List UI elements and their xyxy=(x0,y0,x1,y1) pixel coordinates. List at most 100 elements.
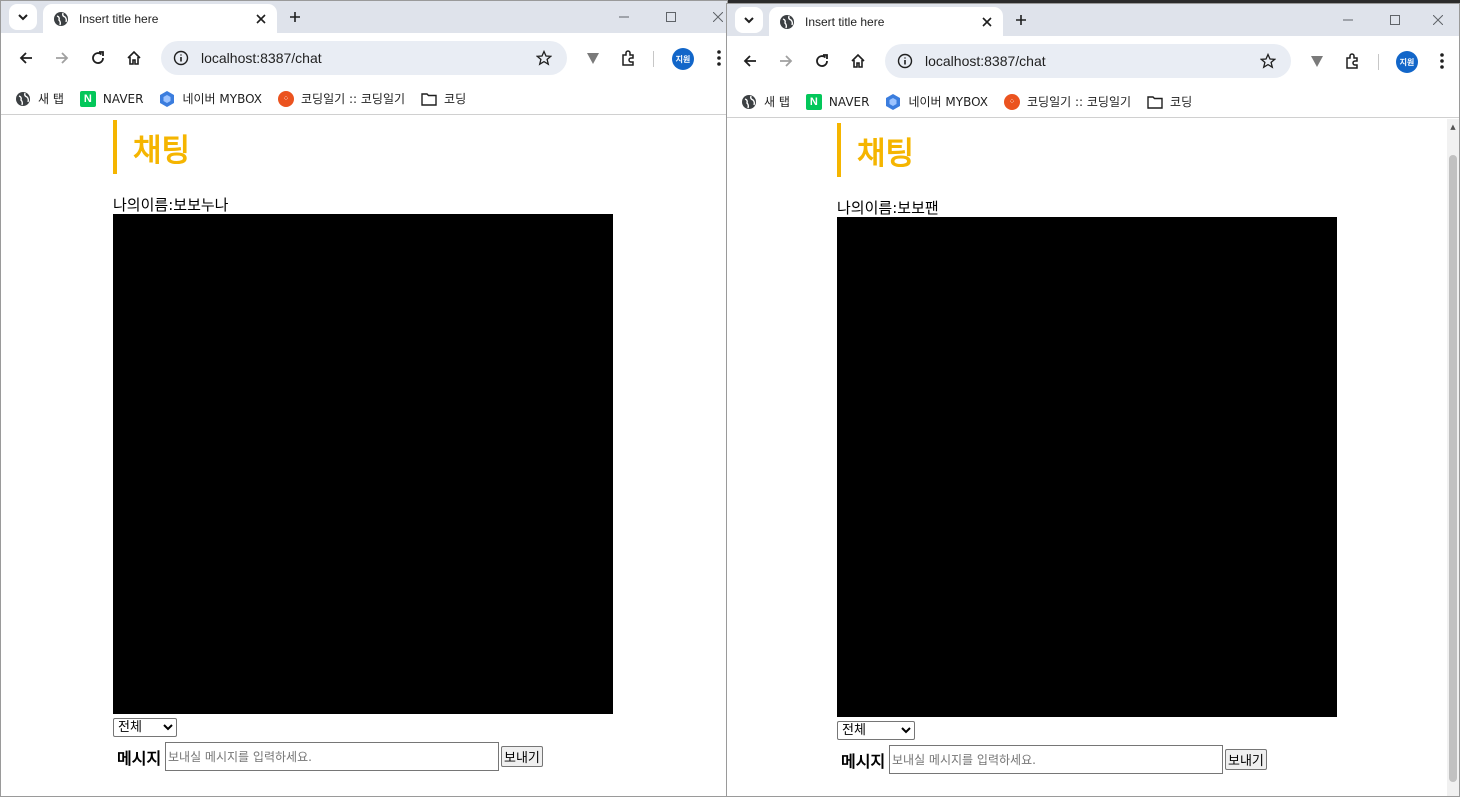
star-icon xyxy=(1260,53,1276,69)
tab-search-button[interactable] xyxy=(735,7,763,33)
message-row: 메시지 보내기 xyxy=(113,742,613,771)
vivaldi-extension-button[interactable] xyxy=(1302,46,1332,76)
message-label: 메시지 xyxy=(117,748,162,768)
url-text: localhost:8387/chat xyxy=(201,50,322,66)
scroll-up-arrow-icon[interactable]: ▲ xyxy=(1449,123,1457,131)
menu-button[interactable] xyxy=(1427,46,1457,76)
scrollbar-thumb[interactable] xyxy=(1449,155,1457,782)
vivaldi-icon xyxy=(1311,56,1323,67)
browser-window-right: Insert title here localhost:8387/chat 지원… xyxy=(726,3,1460,797)
bookmark-label: 새 탭 xyxy=(764,95,790,109)
menu-button[interactable] xyxy=(704,43,727,73)
maximize-button[interactable] xyxy=(1372,4,1418,36)
forward-button[interactable] xyxy=(47,43,77,73)
message-row: 메시지 보내기 xyxy=(837,745,1337,774)
page-title: 채팅 xyxy=(857,135,915,172)
reload-button[interactable] xyxy=(83,43,113,73)
maximize-icon xyxy=(1390,15,1400,25)
browser-toolbar: localhost:8387/chat 지원 xyxy=(1,33,727,83)
close-icon xyxy=(256,13,266,24)
profile-avatar[interactable]: 지원 xyxy=(672,48,694,70)
tab-close-button[interactable] xyxy=(249,7,273,31)
extensions-button[interactable] xyxy=(1338,46,1368,76)
extensions-icon xyxy=(622,50,634,66)
window-close-button[interactable] xyxy=(695,1,727,33)
recipient-select[interactable]: 전체 xyxy=(837,721,915,740)
new-tab-button[interactable] xyxy=(1009,8,1033,32)
address-bar[interactable]: localhost:8387/chat xyxy=(885,44,1291,78)
chat-message-area[interactable] xyxy=(113,214,613,714)
send-button[interactable]: 보내기 xyxy=(1225,749,1267,770)
reload-button[interactable] xyxy=(807,46,837,76)
my-name-label: 나의이름: xyxy=(837,199,898,217)
browser-tab[interactable]: Insert title here xyxy=(43,4,277,33)
naver-icon: N xyxy=(805,93,822,110)
message-label: 메시지 xyxy=(841,751,886,771)
minimize-button[interactable] xyxy=(1325,4,1371,36)
bookmark-mybox[interactable]: 네이버 MYBOX xyxy=(885,93,988,110)
forward-button[interactable] xyxy=(771,46,801,76)
my-name-label: 나의이름: xyxy=(113,196,174,214)
home-button[interactable] xyxy=(843,46,873,76)
mybox-icon xyxy=(159,90,175,107)
bookmark-naver[interactable]: N NAVER xyxy=(805,93,869,110)
extensions-icon xyxy=(1346,53,1358,69)
window-close-button[interactable] xyxy=(1415,4,1459,36)
kebab-menu-icon xyxy=(717,50,721,66)
bookmark-folder-coding[interactable]: 코딩 xyxy=(1147,93,1192,110)
close-icon xyxy=(1433,15,1443,25)
bookmark-new-tab[interactable]: 새 탭 xyxy=(741,93,790,110)
bookmark-naver[interactable]: N NAVER xyxy=(79,90,143,107)
message-input[interactable] xyxy=(165,742,499,771)
back-button[interactable] xyxy=(735,46,765,76)
bookmark-star-button[interactable] xyxy=(529,43,559,73)
message-input[interactable] xyxy=(889,745,1223,774)
bookmark-mybox[interactable]: 네이버 MYBOX xyxy=(159,90,262,107)
vivaldi-extension-button[interactable] xyxy=(578,43,608,73)
star-icon xyxy=(536,50,552,66)
browser-tab[interactable]: Insert title here xyxy=(769,7,1003,36)
back-button[interactable] xyxy=(11,43,41,73)
minimize-button[interactable] xyxy=(601,1,647,33)
globe-icon xyxy=(15,91,31,107)
bookmarks-bar: 새 탭 N NAVER 네이버 MYBOX ⁘ 코딩일기 :: 코딩일기 코딩 xyxy=(1,83,727,115)
globe-icon xyxy=(780,14,794,29)
recipient-select[interactable]: 전체 xyxy=(113,718,177,737)
chat-message-area[interactable] xyxy=(837,217,1337,717)
close-icon xyxy=(713,12,723,22)
address-bar[interactable]: localhost:8387/chat xyxy=(161,41,567,75)
bookmark-tistory[interactable]: ⁘ 코딩일기 :: 코딩일기 xyxy=(1004,93,1131,110)
send-button[interactable]: 보내기 xyxy=(501,746,543,767)
reload-icon xyxy=(816,54,828,67)
bookmark-star-button[interactable] xyxy=(1253,46,1283,76)
extensions-button[interactable] xyxy=(614,43,644,73)
bookmark-label: 코딩 xyxy=(444,92,467,106)
page-content: 채팅 나의이름:보보누나 전체 메시지 보내기 xyxy=(1,116,727,796)
page-content: 채팅 나의이름:보보팬 전체 메시지 보내기 ▲ xyxy=(727,119,1459,796)
vivaldi-icon xyxy=(587,53,599,64)
home-icon xyxy=(851,53,865,68)
my-name-line: 나의이름: 보보누나 xyxy=(113,196,613,214)
bookmarks-bar: 새 탭 N NAVER 네이버 MYBOX ⁘ 코딩일기 :: 코딩일기 코딩 xyxy=(727,86,1459,118)
minimize-icon xyxy=(619,16,629,18)
folder-icon xyxy=(421,91,437,107)
bookmark-new-tab[interactable]: 새 탭 xyxy=(15,90,64,107)
new-tab-button[interactable] xyxy=(283,5,307,29)
browser-window-left: Insert title here localhost:8387/chat 지원… xyxy=(0,0,728,797)
chevron-down-icon xyxy=(18,14,28,21)
plus-icon xyxy=(1016,15,1026,25)
site-info-icon xyxy=(173,50,189,66)
tab-close-button[interactable] xyxy=(975,10,999,34)
bookmark-folder-coding[interactable]: 코딩 xyxy=(421,90,466,107)
bookmark-tistory[interactable]: ⁘ 코딩일기 :: 코딩일기 xyxy=(278,90,405,107)
bookmark-label: 네이버 MYBOX xyxy=(908,95,988,109)
tab-title: Insert title here xyxy=(79,11,159,26)
vertical-scrollbar[interactable]: ▲ xyxy=(1447,119,1459,796)
home-button[interactable] xyxy=(119,43,149,73)
page-heading: 채팅 xyxy=(837,123,1337,177)
forward-icon xyxy=(56,52,69,64)
bookmark-label: 새 탭 xyxy=(38,92,64,106)
profile-avatar[interactable]: 지원 xyxy=(1396,51,1418,73)
maximize-button[interactable] xyxy=(648,1,694,33)
tab-search-button[interactable] xyxy=(9,4,37,30)
